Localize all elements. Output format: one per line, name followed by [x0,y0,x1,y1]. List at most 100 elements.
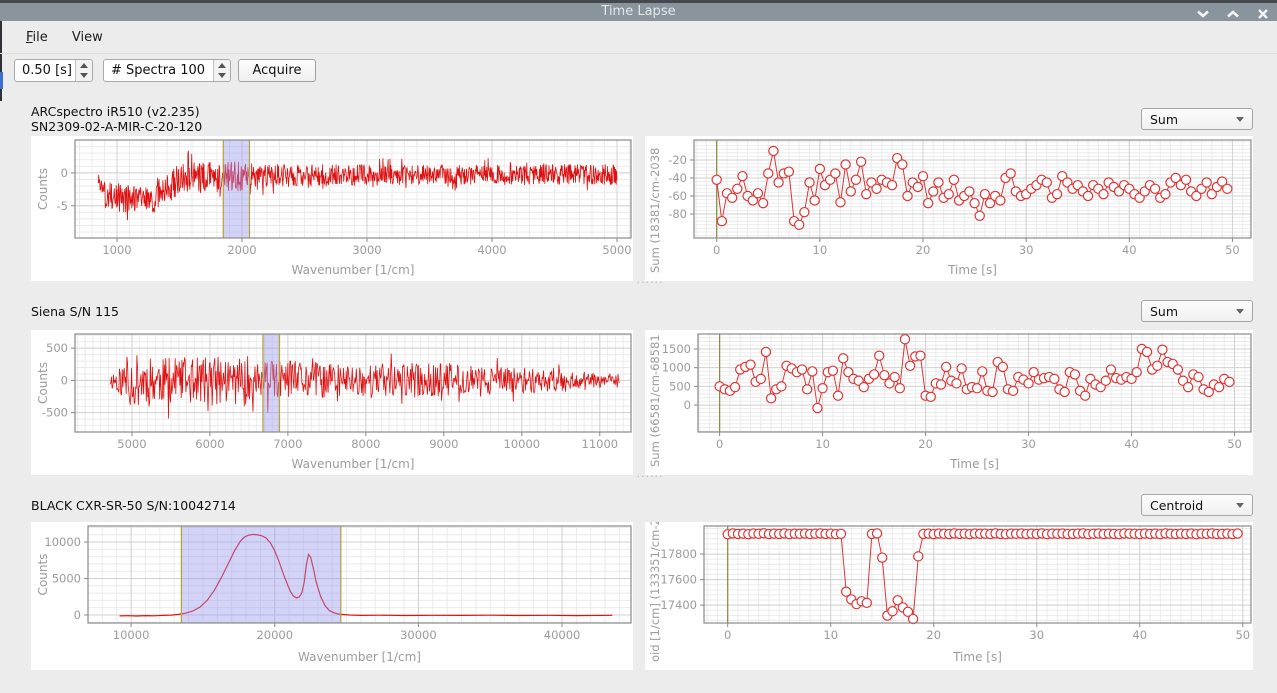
svg-text:2000: 2000 [227,243,256,257]
svg-text:40: 40 [1124,437,1139,451]
svg-text:0: 0 [61,373,68,387]
interval-spin-up[interactable] [76,60,92,71]
device2-timeseries-panel: 01020304050150010005000Time [s]Sum (6658… [645,330,1253,475]
svg-text:Time [s]: Time [s] [949,457,999,471]
interval-spinbox[interactable]: 0.50 [s] [14,59,93,82]
device1-title-line1: ARCspectro iR510 (v2.235) [31,104,202,119]
splitter-handle-1[interactable]: ...... [628,278,672,286]
device1-mode-dropdown[interactable]: Sum [1141,108,1253,130]
device2-spectrum-panel: 5000600070008000900010000110005000-500Wa… [31,330,633,475]
svg-text:0: 0 [61,166,68,180]
down-arrow-icon [218,73,226,78]
spectra-spin-up[interactable] [214,60,230,71]
down-arrow-icon [80,73,88,78]
svg-text:30: 30 [1019,243,1034,257]
svg-text:1500: 1500 [662,342,691,356]
svg-text:oid [1/cm] (133351/cm-2: oid [1/cm] (133351/cm-2 [648,522,662,662]
interval-value[interactable]: 0.50 [s] [15,60,75,81]
menu-bar: File View [0,24,1277,54]
window-titlebar[interactable]: Time Lapse [0,0,1277,21]
svg-text:0: 0 [684,398,691,412]
spectra-spin-down[interactable] [214,71,230,82]
svg-text:Wavenumber [1/cm]: Wavenumber [1/cm] [298,650,421,664]
device2-spectrum-plot: 5000600070008000900010000110005000-500Wa… [31,330,633,475]
minimize-button[interactable] [1193,7,1213,21]
svg-text:0: 0 [74,608,81,622]
svg-text:30: 30 [1021,437,1036,451]
svg-text:10: 10 [813,243,828,257]
svg-text:10: 10 [815,437,830,451]
svg-text:20000: 20000 [256,628,293,642]
close-icon [1258,9,1268,19]
svg-text:10000: 10000 [113,628,150,642]
interval-spin-down[interactable] [76,71,92,82]
svg-text:17800: 17800 [660,547,697,561]
device3-timeseries-panel: 01020304050178001760017400Time [s]oid [1… [645,522,1253,670]
svg-text:20: 20 [918,437,933,451]
svg-text:Counts: Counts [36,554,50,596]
svg-text:17600: 17600 [660,573,697,587]
dropdown-arrow-icon [1236,309,1244,314]
svg-text:20: 20 [926,628,941,642]
device2-title: Siena S/N 115 [31,304,119,319]
svg-text:7000: 7000 [273,437,302,451]
splitter-handle-2[interactable]: ...... [628,472,672,480]
spectra-value[interactable]: # Spectra 100 [104,60,213,81]
device3-title: BLACK CXR-SR-50 S/N:10042714 [31,498,236,513]
device1-spectrum-panel: 100020003000400050000-5Wavenumber [1/cm]… [31,136,633,281]
svg-text:30: 30 [1029,628,1044,642]
maximize-button[interactable] [1223,7,1243,21]
window-title: Time Lapse [601,4,675,19]
svg-text:40: 40 [1122,243,1137,257]
device1-mode-value: Sum [1150,112,1178,127]
menu-file[interactable]: File [16,24,58,50]
svg-text:Wavenumber [1/cm]: Wavenumber [1/cm] [292,457,415,471]
device3-centroid-plot: 01020304050178001760017400Time [s]oid [1… [645,522,1253,670]
device2-title-line1: Siena S/N 115 [31,304,119,319]
svg-text:500: 500 [669,379,691,393]
device1-spectrum-plot: 100020003000400050000-5Wavenumber [1/cm]… [31,136,633,281]
svg-text:4000: 4000 [477,243,506,257]
up-arrow-icon [80,63,88,68]
svg-text:Counts: Counts [36,168,50,210]
app-window: Time Lapse File View [0,0,1277,693]
svg-text:Time [s]: Time [s] [952,650,1002,664]
svg-text:5000: 5000 [52,572,81,586]
menu-view[interactable]: View [62,24,113,50]
device3-mode-value: Centroid [1150,498,1203,513]
svg-text:-5: -5 [57,199,68,213]
device3-mode-dropdown[interactable]: Centroid [1141,494,1253,516]
device1-sum-plot: 01020304050-20-40-60-80Time [s]Sum (1838… [645,136,1253,281]
device1-title-line2: SN2309-02-A-MIR-C-20-120 [31,119,202,134]
acquire-button[interactable]: Acquire [238,59,316,82]
svg-text:-20: -20 [668,153,687,167]
spectra-spinbox[interactable]: # Spectra 100 [103,59,231,82]
close-button[interactable] [1253,7,1273,21]
toolbar: 0.50 [s] # Spectra 100 Acquire [0,55,1277,89]
device2-mode-dropdown[interactable]: Sum [1141,300,1253,322]
svg-text:50: 50 [1235,628,1250,642]
svg-text:50: 50 [1225,243,1240,257]
svg-text:6000: 6000 [195,437,224,451]
device2-sum-plot: 01020304050150010005000Time [s]Sum (6658… [645,330,1253,475]
svg-text:20: 20 [916,243,931,257]
svg-text:0: 0 [724,628,731,642]
dropdown-arrow-icon [1236,117,1244,122]
svg-text:-60: -60 [668,189,687,203]
svg-text:9000: 9000 [429,437,458,451]
svg-text:Sum (18381/cm-2038: Sum (18381/cm-2038 [648,148,662,273]
device1-timeseries-panel: 01020304050-20-40-60-80Time [s]Sum (1838… [645,136,1253,281]
chevron-up-icon [1227,10,1239,18]
svg-text:Counts: Counts [36,362,50,404]
svg-text:0: 0 [716,437,723,451]
chevron-down-icon [1197,10,1209,18]
svg-text:Wavenumber [1/cm]: Wavenumber [1/cm] [292,263,415,277]
svg-text:-40: -40 [668,171,687,185]
svg-text:-80: -80 [668,207,687,221]
svg-text:1000: 1000 [662,361,691,375]
svg-text:30000: 30000 [400,628,437,642]
svg-text:40: 40 [1132,628,1147,642]
device3-spectrum-plot: 100002000030000400001000050000Wavenumber… [31,522,633,670]
svg-text:-500: -500 [42,406,68,420]
svg-text:1000: 1000 [102,243,131,257]
